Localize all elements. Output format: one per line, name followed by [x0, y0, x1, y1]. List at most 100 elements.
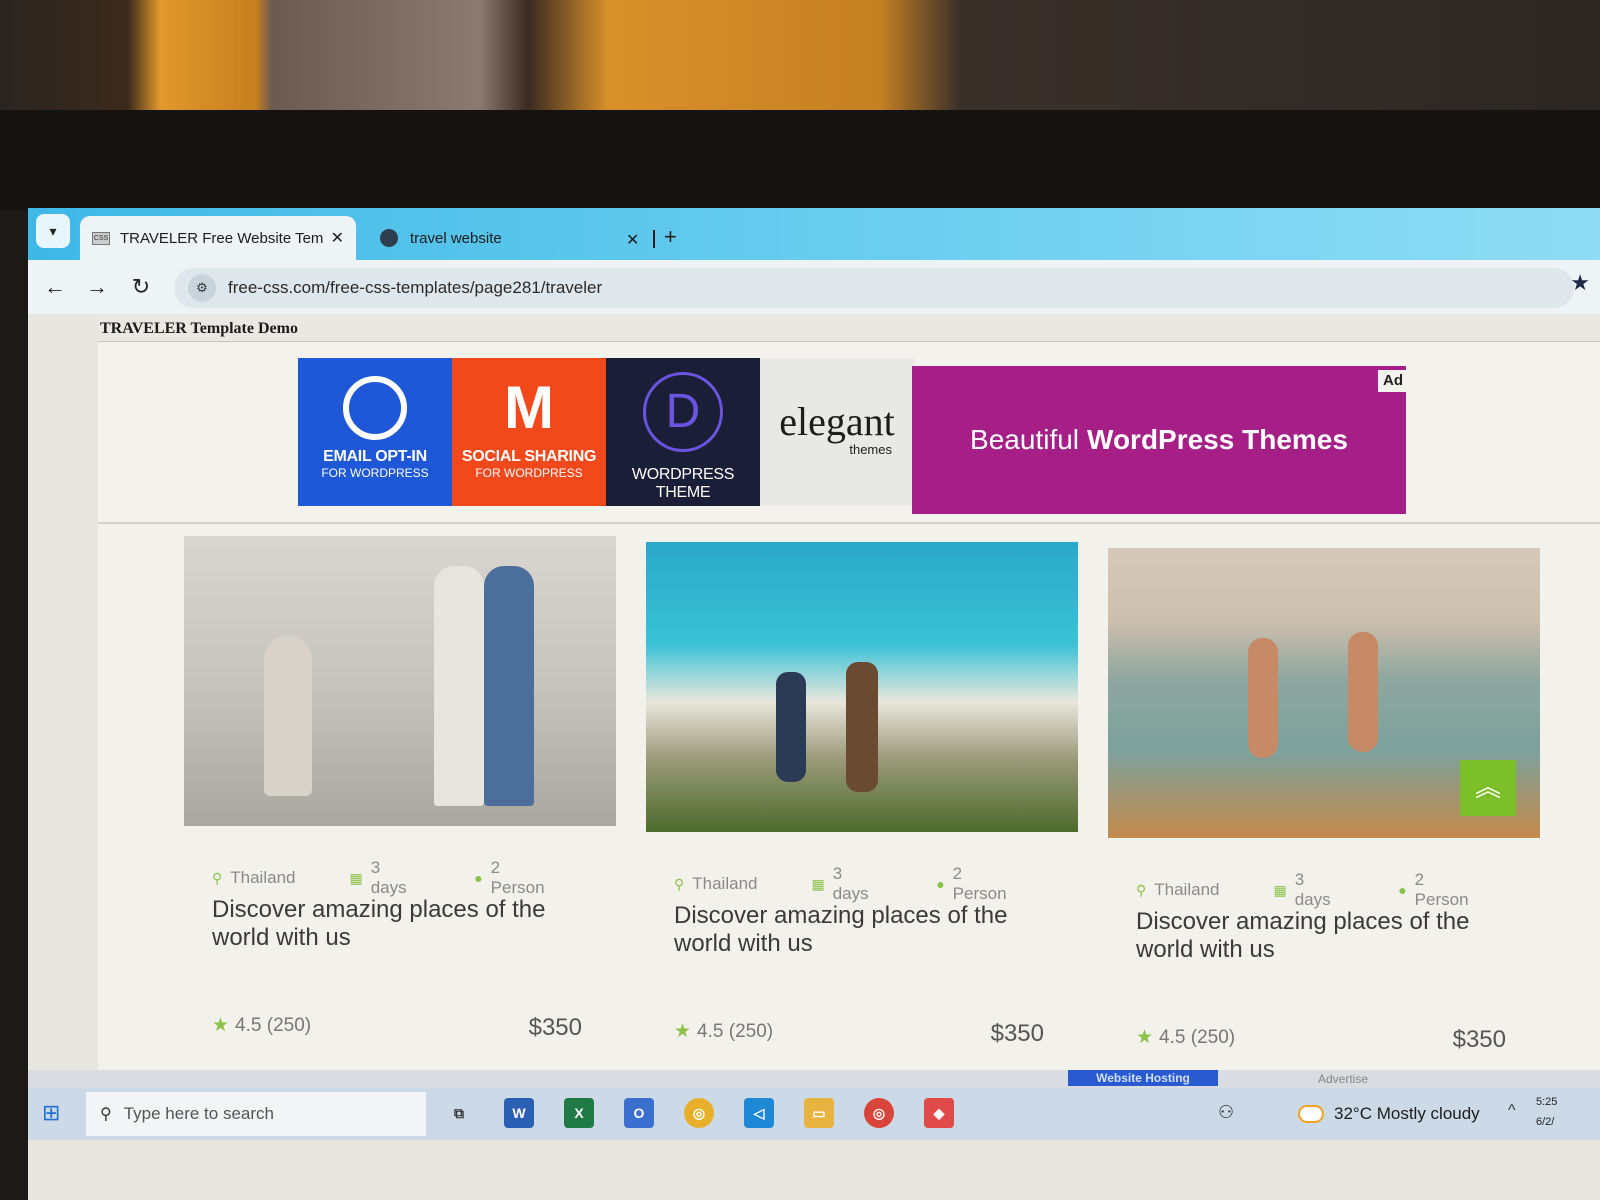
ad-tile-social-sharing[interactable]: M SOCIAL SHARING FOR WORDPRESS [452, 358, 606, 506]
tab-divider [653, 230, 655, 248]
location-pin-icon: ⚲ [1136, 881, 1147, 898]
ad-tile-title: EMAIL OPT-IN [323, 448, 427, 465]
cloud-sun-icon [1298, 1105, 1324, 1123]
browser-toolbar: ← → ↻ ⚙ free-css.com/free-css-templates/… [28, 260, 1600, 314]
tray-chevron-up-icon[interactable]: ^ [1508, 1102, 1516, 1120]
close-icon[interactable]: ✕ [331, 228, 344, 248]
demo-bar: TRAVELER Template Demo [98, 314, 1600, 342]
tab-traveler[interactable]: CSS TRAVELER Free Website Templa ✕ [80, 216, 356, 260]
ad-area: EMAIL OPT-IN FOR WORDPRESS M SOCIAL SHAR… [98, 344, 1600, 524]
clock[interactable]: 5:25 6/2/ [1536, 1092, 1557, 1132]
site-settings-icon[interactable]: ⚙ [188, 274, 216, 302]
close-icon[interactable]: ✕ [626, 230, 639, 250]
app-icon[interactable]: ◆ [924, 1098, 954, 1128]
star-icon: ★ [1136, 1027, 1154, 1048]
location-pin-icon: ⚲ [674, 875, 685, 892]
back-icon[interactable]: ← [42, 274, 68, 300]
chrome-profile-icon[interactable]: ◎ [864, 1098, 894, 1128]
tour-people: 2 Person [1414, 870, 1469, 909]
ad-label: Ad [1378, 370, 1408, 392]
address-bar[interactable]: ⚙ free-css.com/free-css-templates/page28… [174, 268, 1574, 308]
tab-strip: ▾ CSS TRAVELER Free Website Templa ✕ tra… [28, 208, 1600, 268]
ad-tile-elegant-themes[interactable]: elegant themes [760, 358, 914, 506]
tour-people: 2 Person [952, 864, 1007, 903]
tour-card[interactable]: ⚲ Thailand ▦ 3 days ● 2 Person Discover ama… [1108, 548, 1540, 1088]
advertise-link[interactable]: Advertise [1318, 1072, 1368, 1086]
forward-icon[interactable]: → [84, 274, 110, 300]
tour-photo [184, 536, 616, 826]
location-pin-icon: ⚲ [212, 869, 223, 886]
reload-icon[interactable]: ↻ [128, 274, 154, 300]
ad-tile-wordpress-theme[interactable]: D WORDPRESS THEME [606, 358, 760, 506]
tab-search-button[interactable]: ▾ [36, 214, 70, 248]
tour-duration: 3 days [370, 858, 407, 897]
clock-time: 5:25 [1536, 1096, 1558, 1108]
tour-location: Thailand [230, 868, 296, 887]
elegant-themes-logo: elegant [779, 399, 895, 444]
tour-photo [646, 542, 1078, 832]
double-chevron-up-icon: ︽ [1474, 772, 1501, 802]
tour-location: Thailand [692, 874, 758, 893]
monitor-bezel [0, 110, 1600, 210]
monarch-logo-icon: M [504, 374, 554, 441]
outlook-icon[interactable]: O [624, 1098, 654, 1128]
hosting-link[interactable]: Website Hosting [1068, 1070, 1218, 1086]
bookmark-star-icon[interactable]: ★ [1570, 270, 1590, 296]
word-icon[interactable]: W [504, 1098, 534, 1128]
ad-tile-email-optin[interactable]: EMAIL OPT-IN FOR WORDPRESS [298, 358, 452, 506]
tab-travel-website[interactable]: travel website [368, 216, 658, 260]
tour-title[interactable]: Discover amazing places of the world wit… [212, 896, 572, 952]
task-view-icon[interactable]: ⧉ [444, 1098, 474, 1128]
tab-label: TRAVELER Free Website Templa [120, 229, 323, 247]
tour-title[interactable]: Discover amazing places of the world wit… [674, 902, 1034, 958]
back-to-top-button[interactable]: ︽ [1460, 760, 1516, 816]
web-page: TRAVELER Template Demo ✕ EMAIL OPT-IN FO… [98, 314, 1600, 1084]
tour-rating: ★ 4.5 (250) [674, 1020, 773, 1043]
search-placeholder: Type here to search [123, 1104, 274, 1123]
demo-title: TRAVELER Template Demo [100, 320, 298, 337]
weather-widget[interactable]: 32°C Mostly cloudy [1298, 1104, 1480, 1124]
tour-price: $350 [990, 1020, 1044, 1047]
url-text: free-css.com/free-css-templates/page281/… [228, 278, 603, 297]
calendar-icon: ▦ [811, 875, 825, 892]
tour-duration: 3 days [832, 864, 869, 903]
ad-tile-subtitle: FOR WORDPRESS [321, 466, 429, 480]
chevron-down-icon: ▾ [49, 222, 57, 239]
globe-icon [380, 229, 398, 247]
excel-icon[interactable]: X [564, 1098, 594, 1128]
tour-price: $350 [528, 1014, 582, 1041]
ad-tile-subtitle: FOR WORDPRESS [475, 466, 583, 480]
tour-title[interactable]: Discover amazing places of the world wit… [1136, 908, 1496, 964]
calendar-icon: ▦ [349, 869, 363, 886]
tour-duration: 3 days [1294, 870, 1331, 909]
ad-tile-title: SOCIAL SHARING [461, 448, 597, 465]
person-icon: ● [936, 876, 945, 892]
new-tab-button[interactable]: + [664, 224, 677, 250]
rating-value: 4.5 [1159, 1027, 1186, 1048]
tour-rating: ★ 4.5 (250) [1136, 1026, 1235, 1049]
bloom-logo-icon [343, 376, 407, 440]
review-count: (250) [266, 1015, 312, 1036]
star-icon: ★ [674, 1021, 692, 1042]
clock-date: 6/2/ [1536, 1116, 1555, 1128]
review-count: (250) [1190, 1027, 1236, 1048]
tour-meta: ⚲ Thailand ▦ 3 days ● 2 Person [674, 864, 1074, 904]
file-explorer-icon[interactable]: ▭ [804, 1098, 834, 1128]
star-icon: ★ [212, 1015, 230, 1036]
divi-logo-icon: D [643, 372, 723, 452]
vscode-icon[interactable]: ◁ [744, 1098, 774, 1128]
ad-banner-bold: WordPress Themes [1087, 424, 1348, 455]
elegant-themes-sublogo: themes [849, 442, 892, 457]
chrome-icon[interactable]: ◎ [684, 1098, 714, 1128]
windows-start-icon[interactable]: ⊞ [42, 1100, 68, 1126]
ad-tile-title: WORDPRESS THEME [631, 466, 735, 501]
taskbar: ⊞ ⚲ Type here to search ⧉ W X O ◎ ◁ ▭ ◎ … [28, 1088, 1600, 1140]
tour-card[interactable]: ⚲ Thailand ▦ 3 days ● 2 Person Discover ama… [646, 542, 1078, 1082]
ad-banner[interactable]: Beautiful WordPress Themes [912, 366, 1406, 514]
tour-card[interactable]: ⚲ Thailand ▦ 3 days ● 2 Person Discover ama… [184, 536, 616, 1076]
person-icon: ● [474, 870, 483, 886]
tour-people: 2 Person [490, 858, 545, 897]
people-icon[interactable]: ⚇ [1218, 1102, 1234, 1123]
tour-location: Thailand [1154, 880, 1220, 899]
taskbar-search[interactable]: ⚲ Type here to search [86, 1092, 426, 1136]
